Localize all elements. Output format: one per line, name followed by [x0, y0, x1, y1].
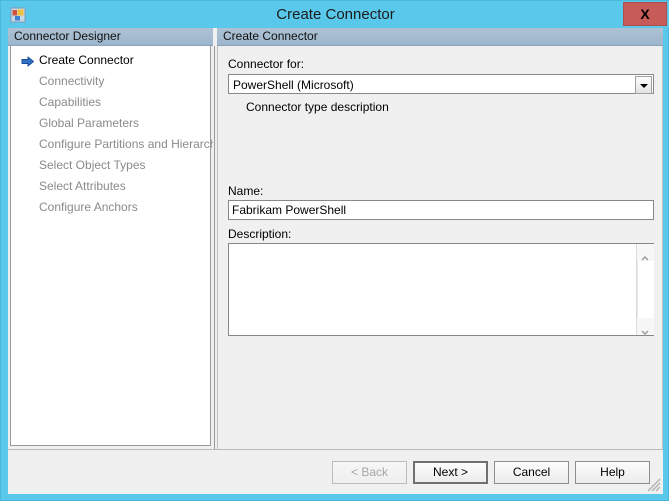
- wizard-step-tree[interactable]: Create Connector Connectivity Capabiliti…: [10, 46, 232, 446]
- sidebar-item-select-attributes[interactable]: Select Attributes: [11, 176, 210, 197]
- connector-type-description: Connector type description: [246, 100, 389, 114]
- connector-for-label: Connector for:: [228, 57, 305, 71]
- help-button[interactable]: Help: [575, 461, 650, 484]
- sidebar-item-connectivity[interactable]: Connectivity: [11, 71, 210, 92]
- sidebar-item-label: Connectivity: [39, 74, 105, 88]
- resize-grip-icon[interactable]: [647, 478, 661, 492]
- connector-designer-pane: Connector Designer Create Connector Conn…: [8, 28, 232, 450]
- description-scrollbar[interactable]: [636, 244, 654, 335]
- sidebar-item-select-object-types[interactable]: Select Object Types: [11, 155, 210, 176]
- sidebar-item-label: Capabilities: [39, 95, 102, 109]
- sidebar-item-create-connector[interactable]: Create Connector: [11, 50, 210, 71]
- client-area: Connector Designer Create Connector Conn…: [8, 28, 663, 494]
- dialog-button-bar: < Back Next > Cancel Help: [8, 449, 663, 494]
- window-title: Create Connector: [276, 6, 395, 23]
- connector-for-value: PowerShell (Microsoft): [233, 78, 354, 92]
- close-button[interactable]: X: [623, 2, 667, 26]
- description-textarea-wrap: [228, 243, 654, 336]
- name-input[interactable]: [228, 200, 654, 220]
- chevron-down-icon[interactable]: [635, 76, 652, 94]
- title-bar: Create Connector X: [1, 1, 669, 28]
- description-label: Description:: [228, 227, 292, 241]
- sidebar-item-label: Configure Partitions and Hierarchies: [39, 137, 232, 151]
- sidebar-item-capabilities[interactable]: Capabilities: [11, 92, 210, 113]
- sidebar-item-label: Select Object Types: [39, 158, 146, 172]
- scrollbar-track[interactable]: [637, 261, 654, 318]
- connector-for-dropdown[interactable]: PowerShell (Microsoft): [228, 74, 654, 94]
- sidebar-item-configure-anchors[interactable]: Configure Anchors: [11, 197, 210, 218]
- cancel-button[interactable]: Cancel: [494, 461, 569, 484]
- sidebar-item-configure-partitions-and-hierarchies[interactable]: Configure Partitions and Hierarchies: [11, 134, 232, 155]
- sidebar-item-label: Create Connector: [39, 53, 134, 67]
- description-textarea[interactable]: [229, 244, 636, 335]
- dialog-window: Create Connector X Connector Designer Cr…: [0, 0, 669, 501]
- scroll-up-icon[interactable]: [637, 244, 654, 261]
- sidebar-item-label: Global Parameters: [39, 116, 140, 130]
- form-content: Connector for: PowerShell (Microsoft) Co…: [217, 46, 663, 450]
- back-button[interactable]: < Back: [332, 461, 407, 484]
- sidebar-item-global-parameters[interactable]: Global Parameters: [11, 113, 210, 134]
- sidebar-item-label: Select Attributes: [39, 179, 126, 193]
- right-pane-header: Create Connector: [217, 28, 663, 46]
- sidebar-item-label: Configure Anchors: [39, 200, 138, 214]
- create-connector-pane: Create Connector Connector for: PowerShe…: [217, 28, 663, 450]
- left-pane-header: Connector Designer: [8, 28, 213, 46]
- blue-right-arrow-icon: [21, 54, 35, 67]
- scroll-down-icon[interactable]: [637, 318, 654, 335]
- name-label: Name:: [228, 184, 264, 198]
- next-button[interactable]: Next >: [413, 461, 488, 484]
